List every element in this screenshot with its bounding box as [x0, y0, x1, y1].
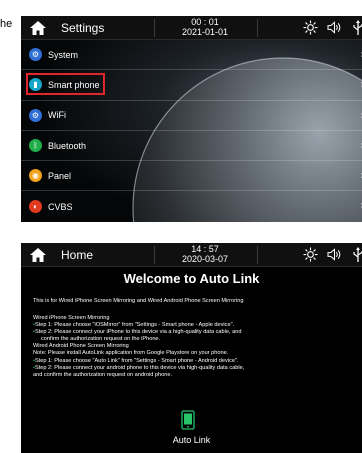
- clock-date: 2020-03-07: [181, 254, 229, 264]
- instruction-line: Note: Please install AutoLink applicatio…: [33, 350, 229, 357]
- menu-label: CVBS: [48, 201, 73, 212]
- usb-icon: [353, 20, 362, 35]
- menu-item-bluetooth[interactable]: ᛒ Bluetooth ›: [21, 131, 362, 162]
- welcome-heading: Welcome to Auto Link: [123, 271, 260, 286]
- wifi-gear-icon: ⚙: [29, 108, 42, 122]
- cvbs-icon: ◐: [29, 200, 42, 214]
- screen-title: Home: [61, 248, 94, 262]
- menu-item-system[interactable]: ⚙ System ›: [21, 40, 362, 71]
- system-gear-icon: ⚙: [29, 48, 42, 62]
- instruction-line: Wired iPhone Screen Mirroring: [33, 315, 110, 321]
- divider: [257, 246, 258, 264]
- status-bar: Settings 00 : 01 2021-01-01: [21, 16, 362, 40]
- divider: [257, 19, 258, 37]
- divider: [154, 19, 155, 37]
- volume-icon[interactable]: [327, 21, 342, 34]
- auto-link-label[interactable]: Auto Link: [21, 435, 362, 445]
- settings-screen: Settings 00 : 01 2021-01-01 ⚙ System ▮ S…: [21, 16, 362, 222]
- screen-title: Settings: [61, 21, 105, 35]
- instruction-line: •Step 1: Please choose "iOSMirror" from …: [33, 322, 235, 329]
- instruction-line: and confirm the authorization request on…: [33, 371, 173, 378]
- menu-label: WiFi: [48, 110, 66, 121]
- instruction-line: •Step 2: Please connect your iPhone to t…: [33, 329, 242, 336]
- clock: 14 : 57 2020-03-07: [169, 244, 241, 264]
- menu-item-wifi[interactable]: ⚙ WiFi ›: [21, 101, 362, 131]
- menu-label: Panel: [48, 170, 72, 181]
- menu-item-smart-phone[interactable]: ▮ Smart phone ›: [21, 70, 362, 101]
- instruction-line: •Step 1: Please choose "Auto Link" from …: [33, 357, 239, 364]
- bluetooth-icon: ᛒ: [29, 139, 42, 153]
- brightness-icon[interactable]: [303, 20, 318, 35]
- home-icon[interactable]: [29, 20, 47, 36]
- menu-item-cvbs[interactable]: ◐ CVBS ›: [21, 191, 362, 221]
- instruction-line: confirm the authorization request on the…: [41, 336, 161, 343]
- divider: [154, 246, 155, 264]
- clock-date: 2021-01-01: [181, 27, 229, 37]
- usb-icon: [353, 247, 362, 262]
- instructions: Wired iPhone Screen Mirroring •Step 1: P…: [33, 315, 244, 379]
- phone-link-icon[interactable]: [181, 410, 195, 430]
- clock: 00 : 01 2021-01-01: [169, 17, 241, 37]
- instruction-line: •Step 2: Please connect your android pho…: [33, 364, 245, 371]
- home-icon[interactable]: [29, 247, 47, 263]
- clock-time: 00 : 01: [191, 17, 219, 27]
- clock-time: 14 : 57: [191, 244, 219, 254]
- menu-item-panel[interactable]: ◉ Panel ›: [21, 161, 362, 192]
- volume-icon[interactable]: [327, 248, 342, 261]
- brightness-icon[interactable]: [303, 247, 318, 262]
- settings-menu: ⚙ System › ▮ Smart phone › ⚙ WiFi › ᛒ Bl…: [21, 40, 362, 222]
- selection-highlight: [26, 73, 105, 96]
- instruction-line: Wired Android Phone Screen Mirroring: [33, 343, 129, 350]
- autolink-screen: Home 14 : 57 2020-03-07 Welcome to Auto …: [21, 243, 362, 453]
- status-bar: Home 14 : 57 2020-03-07: [21, 243, 362, 267]
- menu-label: System: [48, 49, 79, 60]
- panel-icon: ◉: [29, 169, 42, 183]
- menu-label: Bluetooth: [48, 140, 87, 151]
- intro-text: This is for Wired iPhone Screen Mirrorin…: [33, 298, 244, 304]
- edge-text-fragment: he: [0, 18, 13, 30]
